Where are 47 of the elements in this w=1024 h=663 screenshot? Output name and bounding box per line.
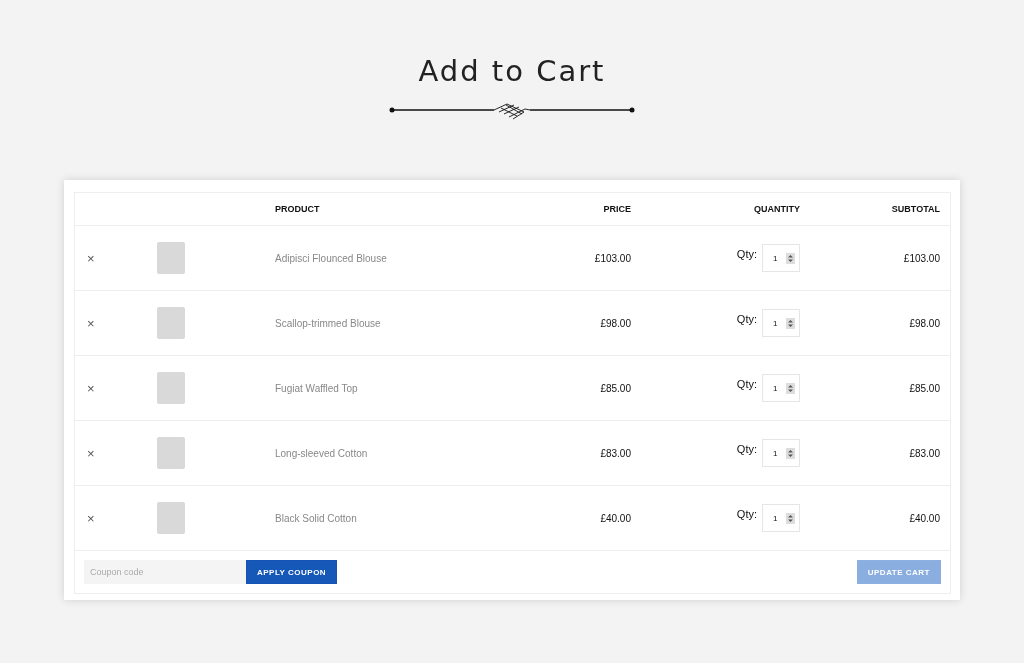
product-photo-placeholder: [157, 242, 185, 274]
apply-coupon-button[interactable]: APPLY COUPON: [246, 560, 338, 584]
subtotal-text: £98.00: [909, 317, 940, 329]
subtotal-text: £83.00: [909, 447, 940, 459]
spinner-arrows-icon[interactable]: [786, 252, 795, 264]
product-photo-placeholder: [157, 502, 185, 534]
product-link[interactable]: Black Solid Cotton: [275, 512, 357, 524]
quantity-label: Qty:: [736, 313, 757, 325]
price-text: £85.00: [600, 382, 631, 394]
quantity-field[interactable]: 1: [762, 374, 800, 402]
product-photo-placeholder: [157, 372, 185, 404]
price-text: £83.00: [600, 447, 631, 459]
price-text: £103.00: [594, 252, 631, 264]
quantity-field[interactable]: 1: [762, 309, 800, 337]
spinner-arrows-icon[interactable]: [786, 382, 795, 394]
product-link[interactable]: Fugiat Waffled Top: [275, 382, 358, 394]
product-photo-placeholder: [157, 307, 185, 339]
page-title: Add to Cart: [418, 53, 606, 90]
product-photo-placeholder: [157, 437, 185, 469]
quantity-label: Qty:: [736, 508, 757, 520]
subtotal-text: £103.00: [903, 252, 940, 264]
product-link[interactable]: Long-sleeved Cotton: [275, 447, 368, 459]
quantity-label: Qty:: [736, 248, 757, 260]
remove-button[interactable]: ×: [87, 315, 95, 331]
quantity-label: Qty:: [736, 443, 757, 455]
price-text: £40.00: [600, 512, 631, 524]
product-link[interactable]: Scallop-trimmed Blouse: [275, 317, 381, 329]
quantity-label: Qty:: [736, 378, 757, 390]
remove-button[interactable]: ×: [87, 250, 95, 266]
column-header: QUANTITY: [754, 204, 800, 214]
quantity-field[interactable]: 1: [762, 504, 800, 532]
spinner-arrows-icon[interactable]: [786, 512, 795, 524]
remove-button[interactable]: ×: [87, 510, 95, 526]
coupon-field[interactable]: Coupon code: [84, 560, 246, 584]
remove-button[interactable]: ×: [87, 380, 95, 396]
column-header: PRICE: [603, 204, 631, 214]
quantity-field[interactable]: 1: [762, 244, 800, 272]
subtotal-text: £40.00: [909, 512, 940, 524]
price-text: £98.00: [600, 317, 631, 329]
spinner-arrows-icon[interactable]: [786, 317, 795, 329]
column-header: SUBTOTAL: [891, 204, 940, 214]
quantity-field[interactable]: 1: [762, 439, 800, 467]
product-link[interactable]: Adipisci Flounced Blouse: [275, 252, 387, 264]
subtotal-text: £85.00: [909, 382, 940, 394]
spinner-arrows-icon[interactable]: [786, 447, 795, 459]
remove-button[interactable]: ×: [87, 445, 95, 461]
column-header: PRODUCT: [275, 204, 320, 214]
